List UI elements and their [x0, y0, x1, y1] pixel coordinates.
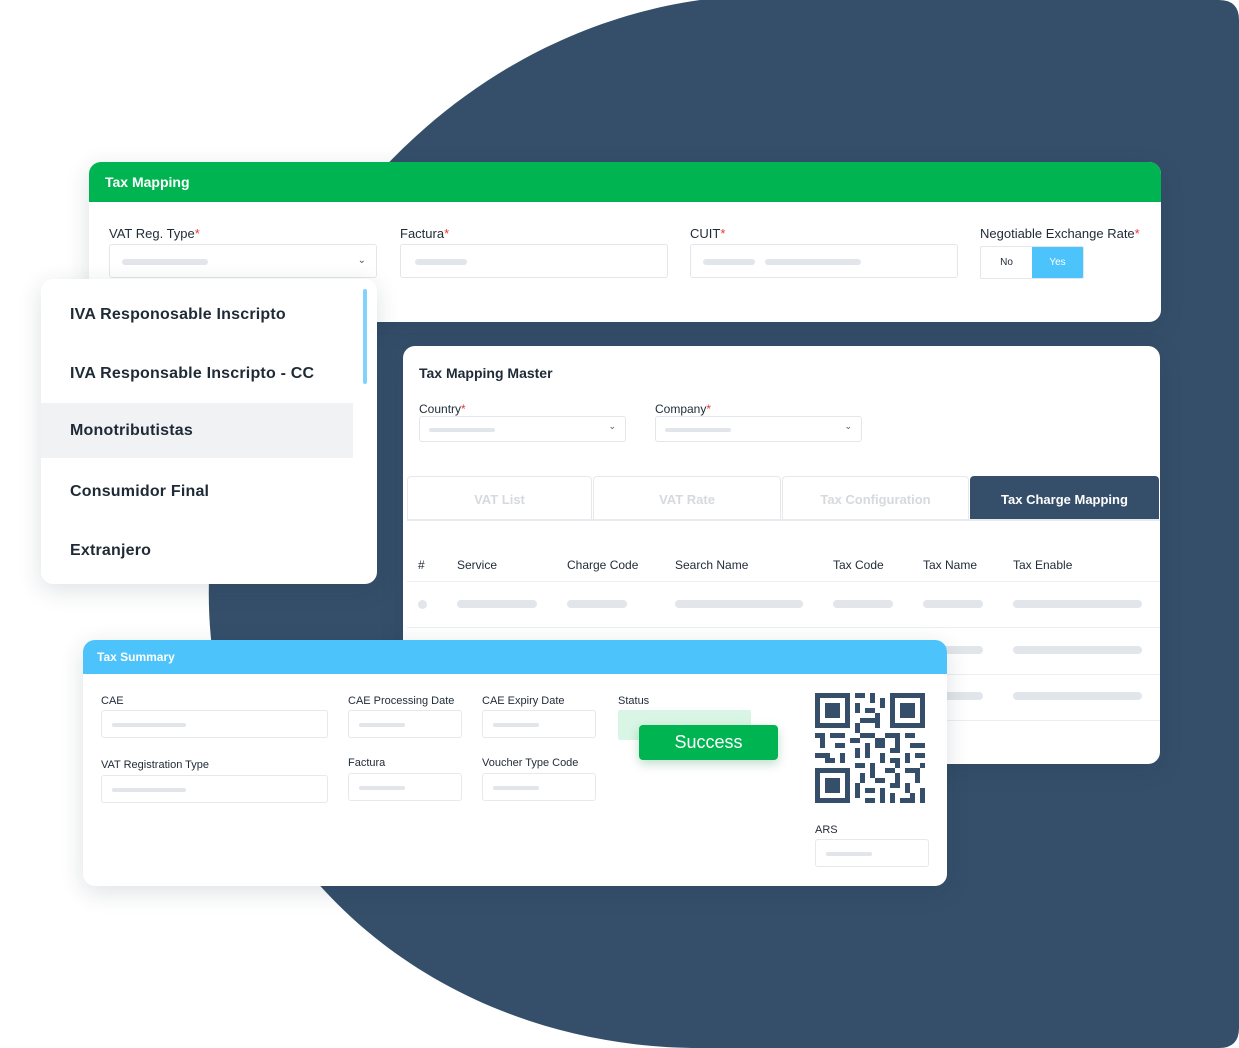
vat-registration-type-input[interactable] — [101, 775, 328, 803]
negotiable-exchange-rate-toggle: No Yes — [980, 246, 1084, 279]
chevron-down-icon: ⌄ — [608, 421, 616, 431]
column-header-charge-code: Charge Code — [567, 558, 639, 572]
qr-code-icon — [815, 693, 925, 803]
cae-processing-date-input[interactable] — [348, 710, 462, 738]
dropdown-option-highlighted[interactable]: Monotributistas — [41, 403, 353, 458]
dropdown-option[interactable]: IVA Responsable Inscripto - CC — [41, 346, 353, 401]
dropdown-option[interactable]: Extranjero — [41, 523, 353, 578]
company-select[interactable]: ⌄ — [655, 416, 862, 442]
vat-reg-type-select[interactable]: ⌄ — [109, 244, 377, 278]
voucher-type-code-input[interactable] — [482, 773, 596, 801]
negotiable-exchange-rate-label: Negotiable Exchange Rate* — [980, 226, 1140, 241]
column-header-service: Service — [457, 558, 498, 572]
vat-reg-type-label: VAT Reg. Type* — [109, 226, 200, 241]
tab-tax-configuration[interactable]: Tax Configuration — [782, 476, 969, 520]
column-header-search-name: Search Name — [675, 558, 749, 572]
cae-input[interactable] — [101, 710, 328, 738]
toggle-no-button[interactable]: No — [981, 247, 1032, 278]
chevron-down-icon: ⌄ — [357, 255, 366, 266]
tax-summary-card: Tax Summary CAE CAE Processing Date CAE … — [83, 640, 947, 886]
cae-processing-date-label: CAE Processing Date — [348, 695, 455, 707]
company-label: Company* — [655, 402, 712, 416]
cae-expiry-date-label: CAE Expiry Date — [482, 695, 565, 707]
cuit-input[interactable] — [690, 244, 958, 278]
tab-divider — [407, 519, 1160, 521]
vat-reg-type-dropdown: IVA Responosable Inscripto IVA Responsab… — [41, 279, 377, 584]
ars-label: ARS — [815, 824, 838, 836]
ars-input[interactable] — [815, 839, 929, 867]
toggle-yes-button[interactable]: Yes — [1032, 247, 1083, 278]
dropdown-scrollbar[interactable] — [363, 289, 367, 384]
status-success-badge: Success — [639, 725, 778, 760]
tax-summary-title: Tax Summary — [83, 640, 947, 674]
column-header-tax-enable: Tax Enable — [1013, 558, 1073, 572]
tax-mapping-title: Tax Mapping — [89, 162, 1161, 202]
factura-label: Factura* — [400, 226, 450, 241]
column-header-index: # — [418, 558, 425, 572]
cuit-label: CUIT* — [690, 226, 726, 241]
master-title: Tax Mapping Master — [419, 365, 553, 381]
column-header-tax-name: Tax Name — [923, 558, 978, 572]
tab-vat-list[interactable]: VAT List — [407, 476, 592, 520]
status-label: Status — [618, 695, 650, 707]
country-select[interactable]: ⌄ — [419, 416, 626, 442]
tab-tax-charge-mapping[interactable]: Tax Charge Mapping — [970, 476, 1159, 520]
vat-registration-type-label: VAT Registration Type — [101, 759, 210, 771]
dropdown-option[interactable]: IVA Responosable Inscripto — [41, 287, 353, 342]
column-header-tax-code: Tax Code — [833, 558, 884, 572]
country-label: Country* — [419, 402, 466, 416]
dropdown-option[interactable]: Consumidor Final — [41, 464, 353, 519]
factura-input[interactable] — [400, 244, 668, 278]
chevron-down-icon: ⌄ — [844, 421, 852, 431]
factura-summary-input[interactable] — [348, 773, 462, 801]
tab-vat-rate[interactable]: VAT Rate — [593, 476, 781, 520]
cae-expiry-date-input[interactable] — [482, 710, 596, 738]
master-tabs: VAT List VAT Rate Tax Configuration Tax … — [407, 476, 1160, 520]
factura-summary-label: Factura — [348, 757, 386, 769]
cae-label: CAE — [101, 695, 124, 707]
voucher-type-code-label: Voucher Type Code — [482, 757, 579, 769]
